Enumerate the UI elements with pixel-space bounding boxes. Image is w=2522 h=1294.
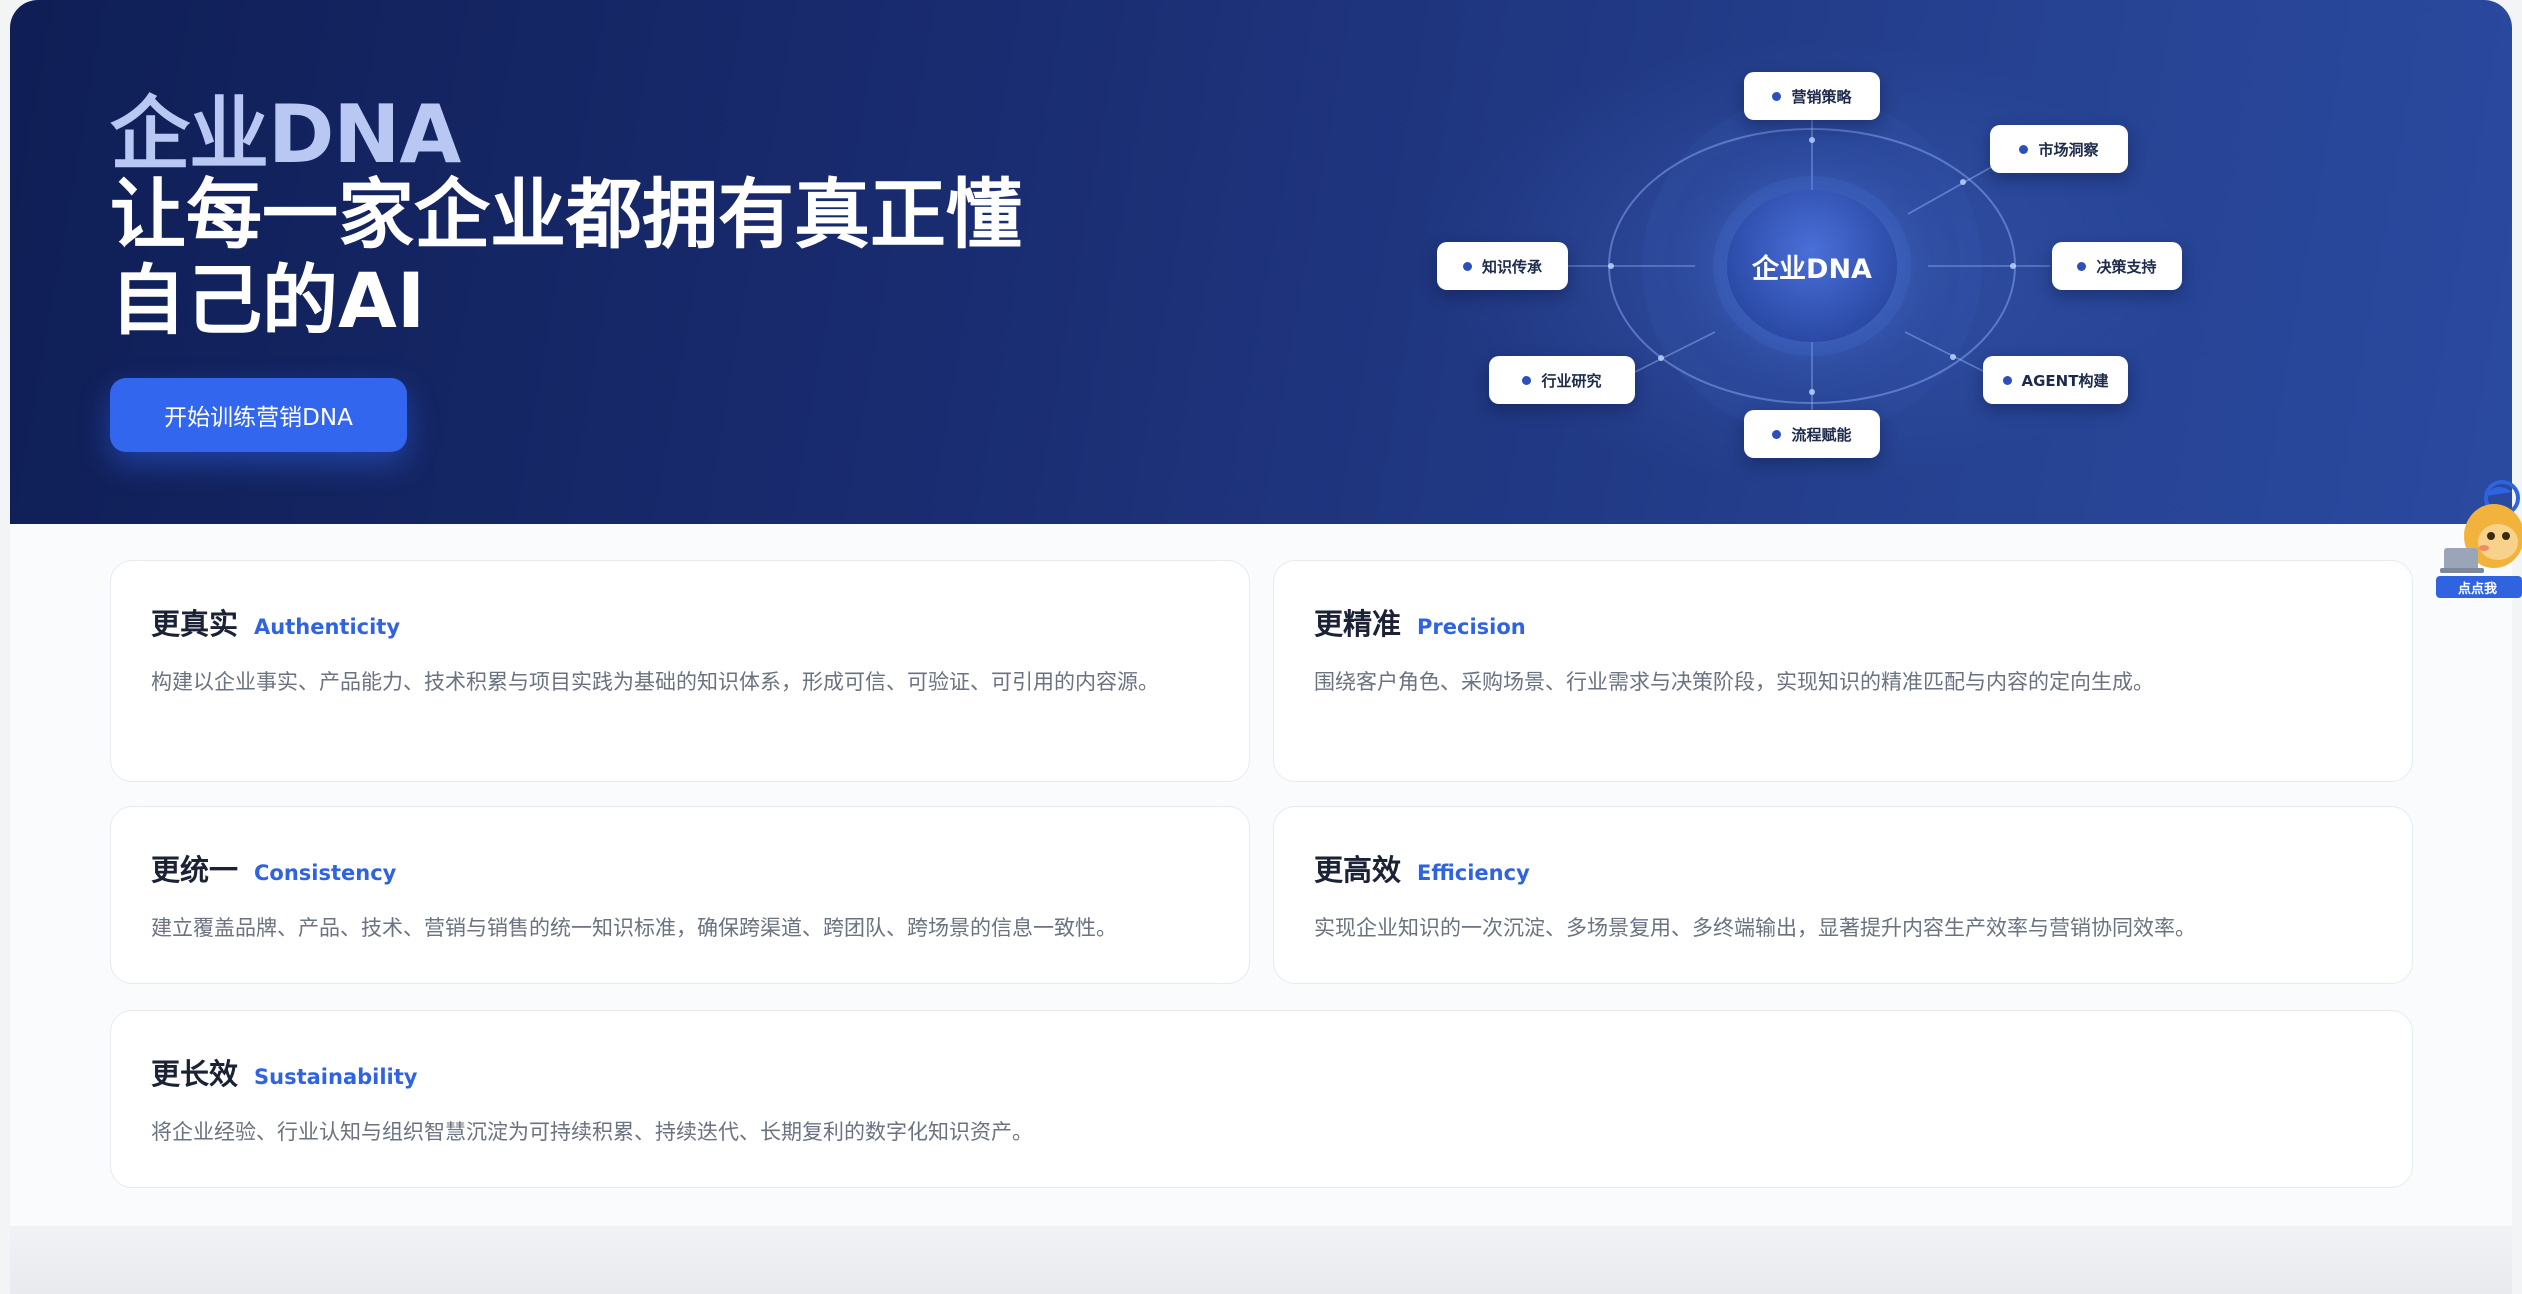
hero-section: 企业DNA 让每一家企业都拥有真正懂 自己的AI 开始训练营销DNA 企业DNA… xyxy=(10,0,2512,524)
feature-card-sustainability: 更长效 Sustainability 将企业经验、行业认知与组织智慧沉淀为可持续… xyxy=(110,1010,2413,1188)
node-label: 知识传承 xyxy=(1481,257,1542,276)
card-description: 实现企业知识的一次沉淀、多场景复用、多终端输出，显著提升内容生产效率与营销协同效… xyxy=(1314,916,2196,940)
card-subtitle: Precision xyxy=(1417,615,1526,639)
node-dot-icon xyxy=(1522,375,1532,385)
node-label: 流程赋能 xyxy=(1791,425,1852,444)
node-industry-research: 行业研究 xyxy=(1489,356,1635,404)
card-title: 更真实 xyxy=(151,607,239,641)
card-subtitle: Efficiency xyxy=(1417,861,1530,885)
card-title: 更长效 xyxy=(151,1057,239,1091)
node-dot-icon xyxy=(1462,261,1472,271)
page-bottom-bar xyxy=(10,1226,2512,1294)
feature-card-consistency: 更统一 Consistency 建立覆盖品牌、产品、技术、营销与销售的统一知识标… xyxy=(110,806,1250,984)
node-label: AGENT构建 xyxy=(2021,371,2109,390)
feature-card-efficiency: 更高效 Efficiency 实现企业知识的一次沉淀、多场景复用、多终端输出，显… xyxy=(1273,806,2413,984)
card-title: 更高效 xyxy=(1314,853,1402,887)
card-title: 更统一 xyxy=(151,853,239,887)
node-label: 市场洞察 xyxy=(2038,140,2099,159)
node-label: 营销策略 xyxy=(1791,87,1852,106)
card-subtitle: Consistency xyxy=(254,861,397,885)
card-description: 建立覆盖品牌、产品、技术、营销与销售的统一知识标准，确保跨渠道、跨团队、跨场景的… xyxy=(151,916,1117,940)
node-dot-icon xyxy=(2002,375,2012,385)
card-header: 更高效 Efficiency xyxy=(1314,847,1530,889)
node-dot-icon xyxy=(1772,91,1782,101)
card-subtitle: Authenticity xyxy=(254,615,401,639)
node-marketing-strategy: 营销策略 xyxy=(1744,72,1880,120)
card-description: 将企业经验、行业认知与组织智慧沉淀为可持续积累、持续迭代、长期复利的数字化知识资… xyxy=(151,1120,1033,1144)
feature-card-authenticity: 更真实 Authenticity 构建以企业事实、产品能力、技术积累与项目实践为… xyxy=(110,560,1250,782)
card-header: 更统一 Consistency xyxy=(151,847,396,889)
card-description: 构建以企业事实、产品能力、技术积累与项目实践为基础的知识体系，形成可信、可验证、… xyxy=(151,670,1159,694)
node-dot-icon xyxy=(2019,144,2029,154)
node-dot-icon xyxy=(1772,429,1782,439)
feature-card-precision: 更精准 Precision 围绕客户角色、采购场景、行业需求与决策阶段，实现知识… xyxy=(1273,560,2413,782)
dna-diagram: 企业DNA 营销策略 市场洞察 决策支持 AGENT构建 流程赋能 行业研究 知… xyxy=(10,0,2512,524)
node-label: 决策支持 xyxy=(2096,257,2157,276)
card-header: 更长效 Sustainability xyxy=(151,1051,417,1093)
node-dot-icon xyxy=(2077,261,2087,271)
card-description: 围绕客户角色、采购场景、行业需求与决策阶段，实现知识的精准匹配与内容的定向生成。 xyxy=(1314,670,2154,694)
card-header: 更真实 Authenticity xyxy=(151,601,400,643)
node-decision-support: 决策支持 xyxy=(2052,242,2182,290)
card-title: 更精准 xyxy=(1314,607,1402,641)
page: 企业DNA 让每一家企业都拥有真正懂 自己的AI 开始训练营销DNA 企业DNA… xyxy=(10,0,2512,1294)
mascot-label: 点点我 xyxy=(2458,582,2498,597)
node-knowledge-inherit: 知识传承 xyxy=(1437,242,1568,290)
node-process-enable: 流程赋能 xyxy=(1744,410,1880,458)
node-label: 行业研究 xyxy=(1541,371,1602,390)
node-market-insight: 市场洞察 xyxy=(1990,125,2128,173)
diagram-center: 企业DNA xyxy=(1727,190,1897,342)
card-subtitle: Sustainability xyxy=(254,1065,418,1089)
mascot-assistant-button[interactable]: 点点我 xyxy=(2436,478,2522,602)
node-agent-build: AGENT构建 xyxy=(1983,356,2128,404)
card-header: 更精准 Precision xyxy=(1314,601,1526,643)
